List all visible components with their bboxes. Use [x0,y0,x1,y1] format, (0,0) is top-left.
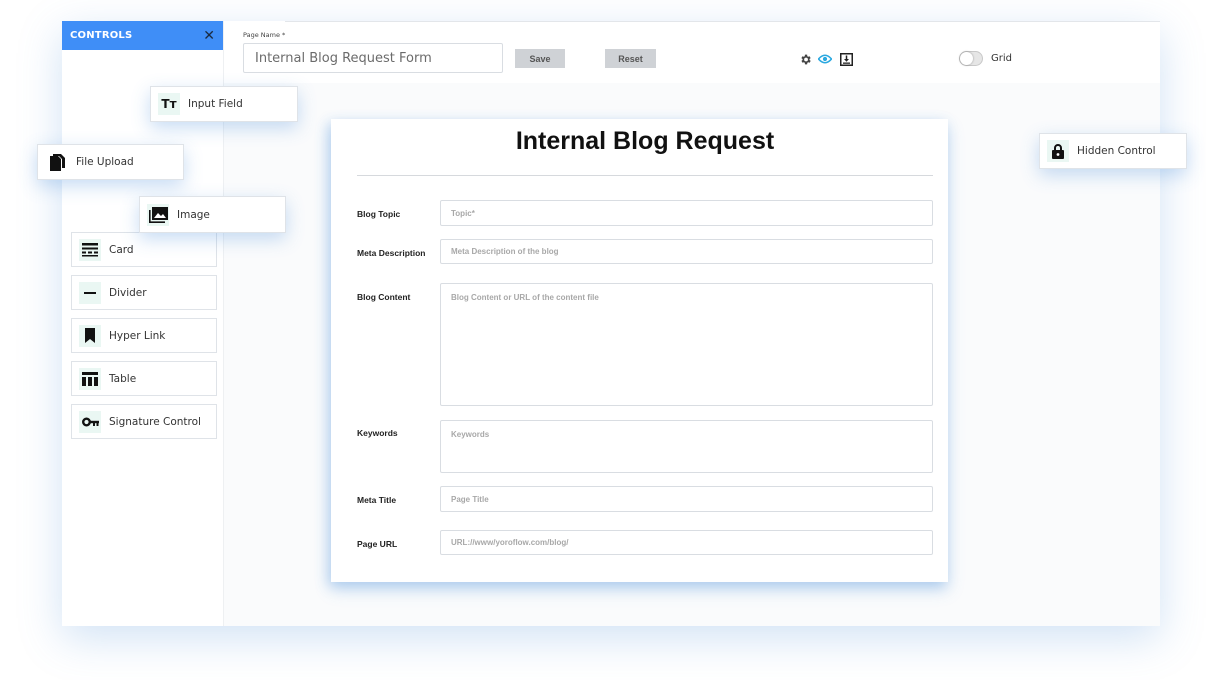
controls-header: CONTROLS ✕ [62,21,223,50]
save-button[interactable]: Save [515,49,565,68]
field-label-keywords: Keywords [357,428,398,438]
gear-icon[interactable] [798,52,812,66]
placeholder: Page Title [451,494,489,504]
floating-control-hidden[interactable]: Hidden Control [1039,133,1187,169]
reset-button[interactable]: Reset [605,49,656,68]
page-url-input[interactable]: URL://www/yoroflow.com/blog/ [440,530,933,555]
control-label: Hidden Control [1077,145,1156,157]
builder-screen: CONTROLS ✕ Card Divider Hyper Link Table [0,0,1206,680]
floating-control-image[interactable]: Image [139,196,286,233]
controls-title: CONTROLS [70,30,133,41]
control-divider[interactable]: Divider [71,275,217,310]
field-label-meta-description: Meta Description [357,248,426,258]
title-divider [357,175,933,176]
close-icon[interactable]: ✕ [203,27,215,44]
file-icon [46,151,68,173]
control-label: Input Field [188,98,243,110]
control-label: Image [177,208,210,221]
page-name-input[interactable] [243,43,503,73]
grid-toggle[interactable] [959,51,983,66]
control-label: Hyper Link [109,329,166,342]
control-table[interactable]: Table [71,361,217,396]
divider-icon [79,281,101,304]
image-icon [147,203,169,226]
control-label: Divider [109,286,147,299]
placeholder: Blog Content or URL of the content file [451,293,599,302]
top-divider [285,21,1160,22]
control-hyper-link[interactable]: Hyper Link [71,318,217,353]
bookmark-icon [79,324,101,347]
keywords-textarea[interactable]: Keywords [440,420,933,473]
control-signature[interactable]: Signature Control [71,404,217,439]
placeholder: Keywords [451,430,490,439]
control-label: File Upload [76,156,134,168]
placeholder: URL://www/yoroflow.com/blog/ [451,538,569,547]
floating-control-input-field[interactable]: Tт Input Field [150,86,298,122]
toggle-knob [960,52,973,65]
page-name-label: Page Name * [243,31,286,39]
placeholder: Meta Description of the blog [451,247,559,256]
control-label: Card [109,243,134,256]
lock-icon [1047,140,1069,162]
grid-label: Grid [991,53,1012,64]
blog-content-textarea[interactable]: Blog Content or URL of the content file [440,283,933,406]
eye-icon[interactable] [818,52,832,66]
table-icon [79,367,101,390]
field-label-blog-content: Blog Content [357,292,411,302]
placeholder: Topic* [451,208,475,218]
field-label-meta-title: Meta Title [357,495,397,505]
form-title: Internal Blog Request [515,127,775,155]
field-label-blog-topic: Blog Topic [357,209,401,219]
text-format-icon: Tт [158,93,180,115]
control-card[interactable]: Card [71,232,217,267]
field-label-page-url: Page URL [357,539,398,549]
key-icon [79,410,101,433]
floating-control-file-upload[interactable]: File Upload [37,144,184,180]
meta-description-input[interactable]: Meta Description of the blog [440,239,933,264]
control-label: Signature Control [109,415,201,428]
export-icon[interactable] [839,52,853,66]
meta-title-input[interactable]: Page Title [440,486,933,512]
control-label: Table [109,372,137,385]
blog-topic-input[interactable]: Topic* [440,200,933,226]
card-icon [79,238,101,261]
